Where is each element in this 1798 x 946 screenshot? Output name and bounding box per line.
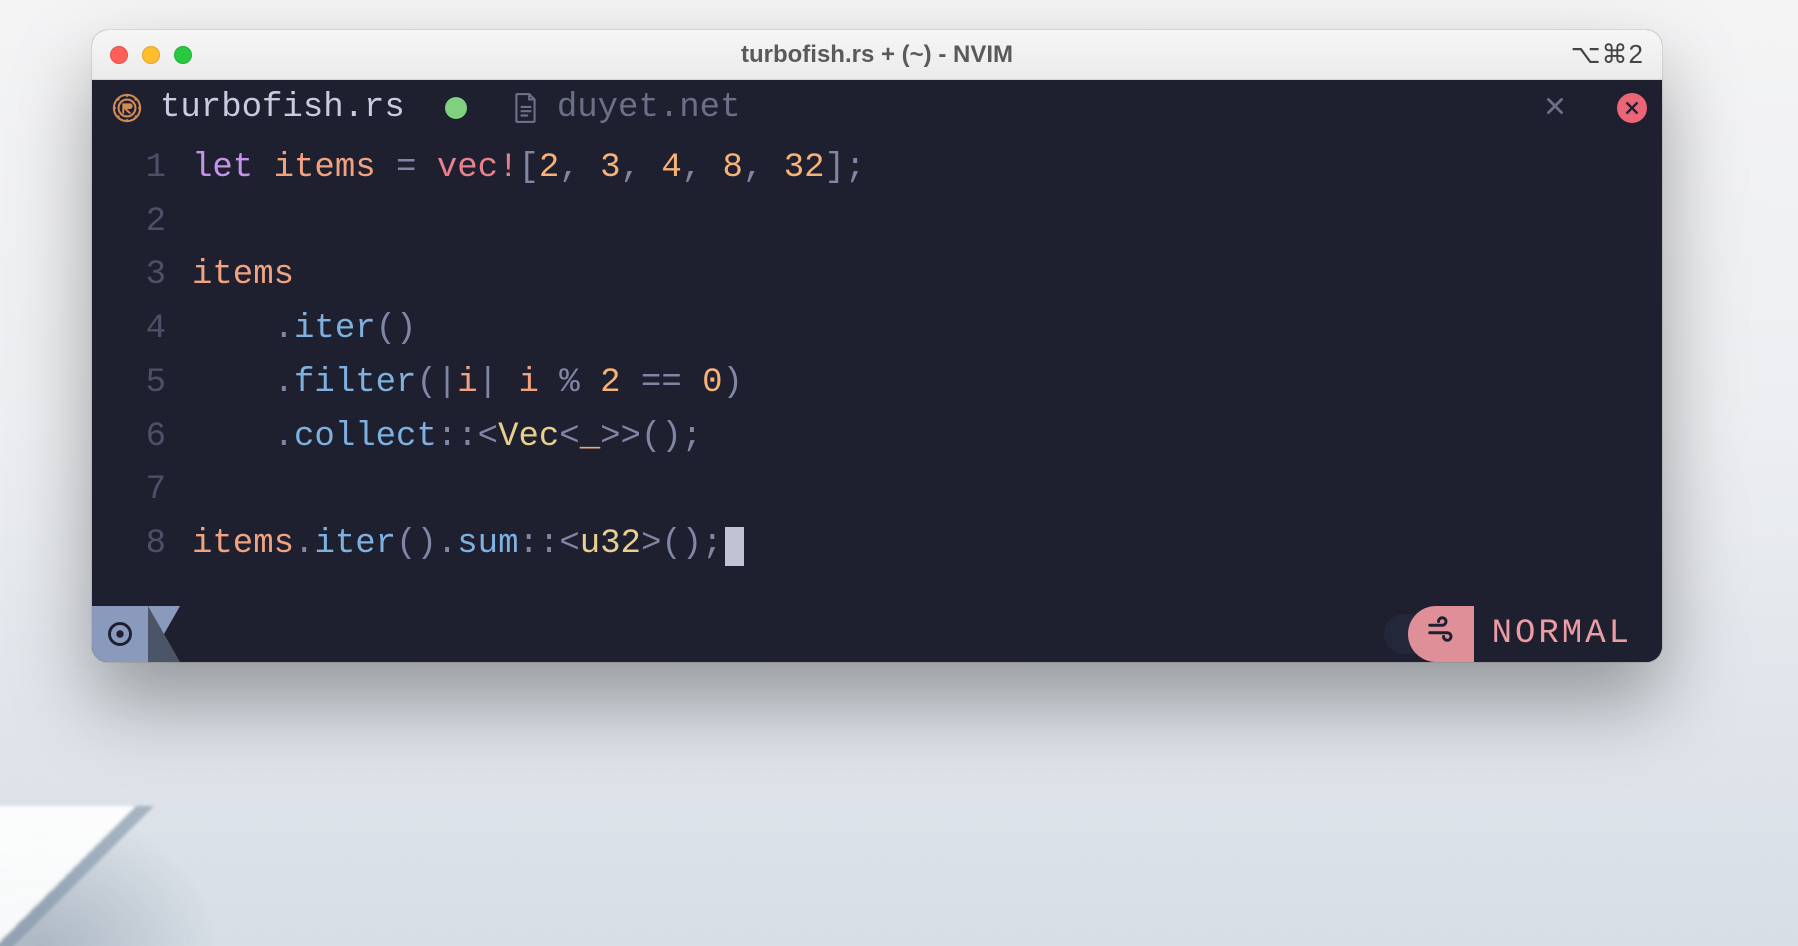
wind-icon: [1426, 614, 1456, 655]
terminal-window: turbofish.rs + (~) - NVIM ⌥⌘2: [92, 30, 1662, 662]
code-line[interactable]: 2: [92, 196, 1662, 250]
line-number: 8: [92, 518, 192, 572]
window-title: turbofish.rs + (~) - NVIM: [92, 41, 1662, 69]
line-number: 5: [92, 357, 192, 411]
titlebar[interactable]: turbofish.rs + (~) - NVIM ⌥⌘2: [92, 30, 1662, 80]
tab-close-icon[interactable]: [1534, 90, 1576, 127]
code-content[interactable]: .filter(|i| i % 2 == 0): [192, 357, 1662, 411]
modified-indicator-icon: [445, 97, 467, 119]
code-editor[interactable]: 1let items = vec![2, 3, 4, 8, 32];23item…: [92, 136, 1662, 606]
rust-icon: [112, 93, 142, 123]
code-line[interactable]: 1let items = vec![2, 3, 4, 8, 32];: [92, 142, 1662, 196]
tab-duyet[interactable]: duyet.net: [493, 80, 1602, 136]
editor-close-button[interactable]: [1602, 80, 1662, 136]
cursor: [725, 527, 744, 566]
code-content[interactable]: let items = vec![2, 3, 4, 8, 32];: [192, 142, 1662, 196]
line-number: 6: [92, 411, 192, 465]
code-line[interactable]: 8items.iter().sum::<u32>();: [92, 518, 1662, 572]
tab-label: turbofish.rs: [160, 89, 405, 127]
status-right-segment: NORMAL: [1384, 606, 1662, 662]
code-line[interactable]: 7: [92, 464, 1662, 518]
status-line: NORMAL: [92, 606, 1662, 662]
code-line[interactable]: 4 .iter(): [92, 303, 1662, 357]
window-close-button[interactable]: [110, 46, 128, 64]
code-line[interactable]: 3items: [92, 249, 1662, 303]
document-icon: [513, 93, 539, 123]
mode-icon-wrap: [1384, 606, 1474, 662]
spinner-icon: [106, 620, 134, 648]
window-zoom-button[interactable]: [174, 46, 192, 64]
line-number: 2: [92, 196, 192, 250]
desktop-wallpaper-mountain: [0, 806, 220, 946]
traffic-lights: [110, 46, 192, 64]
mode-label: NORMAL: [1474, 606, 1662, 662]
code-content[interactable]: .iter(): [192, 303, 1662, 357]
code-line[interactable]: 5 .filter(|i| i % 2 == 0): [92, 357, 1662, 411]
close-icon[interactable]: [1617, 93, 1647, 123]
code-content[interactable]: .collect::<Vec<_>>();: [192, 411, 1662, 465]
tab-turbofish[interactable]: turbofish.rs: [92, 80, 493, 136]
window-minimize-button[interactable]: [142, 46, 160, 64]
line-number: 7: [92, 464, 192, 518]
code-content[interactable]: items: [192, 249, 1662, 303]
status-left-segment: [92, 606, 148, 662]
code-content[interactable]: items.iter().sum::<u32>();: [192, 518, 1662, 572]
line-number: 4: [92, 303, 192, 357]
line-number: 3: [92, 249, 192, 303]
line-number: 1: [92, 142, 192, 196]
window-shortcut-indicator: ⌥⌘2: [1571, 39, 1644, 70]
tab-label: duyet.net: [557, 89, 741, 127]
code-line[interactable]: 6 .collect::<Vec<_>>();: [92, 411, 1662, 465]
tab-bar: turbofish.rs duyet.net: [92, 80, 1662, 136]
